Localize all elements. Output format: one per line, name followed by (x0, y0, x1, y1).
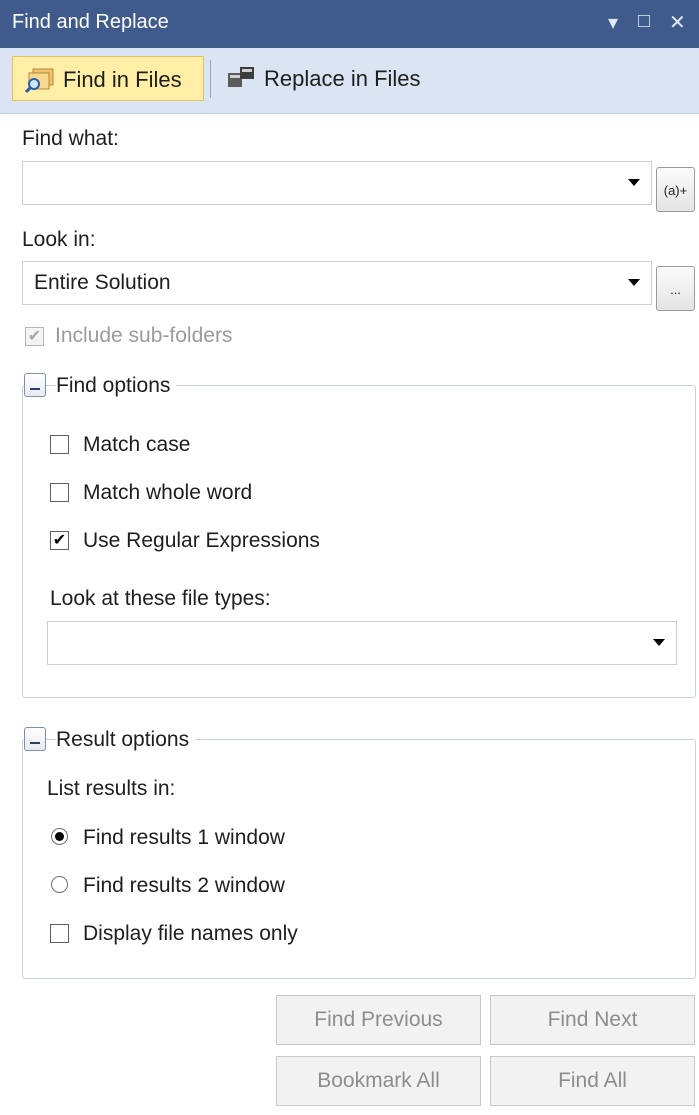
bookmark-all-button[interactable]: Bookmark All (276, 1056, 481, 1106)
match-whole-word-label: Match whole word (83, 481, 253, 504)
find-in-files-icon (25, 68, 54, 93)
find-what-combobox[interactable] (22, 161, 652, 205)
close-icon[interactable]: ✕ (669, 10, 686, 35)
match-case-checkbox[interactable] (50, 435, 69, 454)
match-case-label: Match case (83, 433, 191, 456)
look-in-combobox[interactable]: Entire Solution (22, 261, 652, 305)
find-options-collapse-button[interactable] (24, 373, 46, 397)
find-previous-button[interactable]: Find Previous (276, 995, 481, 1045)
result-options-title: Result options (56, 728, 196, 752)
regex-builder-button[interactable]: (a)+ (656, 167, 695, 212)
file-types-label: Look at these file types: (50, 587, 271, 610)
mode-toolbar: Find in Files Replace in Files (0, 48, 699, 114)
browse-folders-button[interactable]: ... (656, 266, 695, 311)
find-what-label: Find what: (22, 127, 119, 150)
include-subfolders-checkbox[interactable]: ✔ (25, 327, 44, 346)
chevron-down-icon[interactable] (653, 639, 665, 646)
use-regex-checkbox[interactable]: ✔ (50, 531, 69, 550)
maximize-icon[interactable]: □ (638, 10, 650, 33)
chevron-down-icon[interactable] (628, 179, 640, 186)
display-file-names-only-label: Display file names only (83, 922, 298, 945)
find-results-1-radio[interactable] (51, 828, 68, 845)
result-options-collapse-button[interactable] (24, 727, 46, 751)
display-file-names-only-checkbox[interactable] (50, 924, 69, 943)
find-in-files-button[interactable]: Find in Files (12, 56, 204, 101)
window-menu-icon[interactable]: ▾ (608, 10, 618, 35)
file-types-combobox[interactable] (47, 621, 677, 665)
toolbar-separator (210, 60, 211, 98)
window-title: Find and Replace (12, 11, 169, 33)
use-regex-label: Use Regular Expressions (83, 529, 320, 552)
match-whole-word-checkbox[interactable] (50, 483, 69, 502)
title-bar: Find and Replace ▾ □ ✕ (0, 0, 699, 48)
find-results-2-radio[interactable] (51, 876, 68, 893)
replace-in-files-button[interactable]: Replace in Files (222, 56, 442, 101)
chevron-down-icon[interactable] (628, 279, 640, 286)
find-next-button[interactable]: Find Next (490, 995, 695, 1045)
replace-in-files-label: Replace in Files (264, 66, 421, 91)
look-in-value: Entire Solution (34, 271, 171, 294)
replace-in-files-icon (228, 67, 254, 87)
find-all-button[interactable]: Find All (490, 1056, 695, 1106)
look-in-label: Look in: (22, 228, 96, 251)
include-subfolders-label: Include sub-folders (55, 324, 233, 347)
find-results-1-label: Find results 1 window (83, 826, 285, 849)
find-options-title: Find options (56, 374, 177, 398)
list-results-label: List results in: (47, 777, 176, 800)
find-in-files-label: Find in Files (63, 67, 182, 92)
find-results-2-label: Find results 2 window (83, 874, 285, 897)
